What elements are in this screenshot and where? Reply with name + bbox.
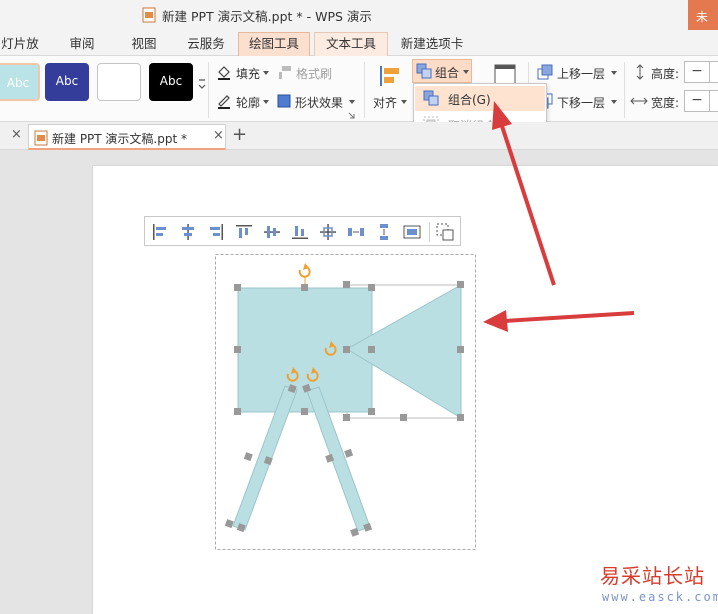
width-decrement-button[interactable]: − <box>684 90 710 112</box>
fit-slide-icon[interactable] <box>403 223 421 241</box>
align-slide-center-icon[interactable] <box>319 223 337 241</box>
dialog-launcher-icon[interactable] <box>348 112 355 119</box>
width-input[interactable] <box>709 90 718 112</box>
group-label: 组合 <box>435 66 460 80</box>
window-title: 新建 PPT 演示文稿.ppt * - WPS 演示 <box>162 9 372 24</box>
menu-bar: 灯片放映 审阅 视图 云服务 绘图工具 文本工具 新建选项卡 <box>0 30 718 71</box>
document-tab-label: 新建 PPT 演示文稿.ppt * <box>52 132 188 146</box>
group-icon <box>423 90 439 106</box>
dropdown-arrow-icon[interactable] <box>262 69 270 77</box>
shape-effect-icon[interactable] <box>276 93 292 109</box>
styles-more-icon[interactable] <box>197 76 207 94</box>
outline-pen-icon[interactable] <box>216 93 232 109</box>
shape-style-1[interactable]: Abc <box>0 63 40 101</box>
watermark: 易采站长站 www.easck.com <box>600 560 718 614</box>
tab-slideshow[interactable]: 灯片放映 <box>0 34 42 71</box>
watermark-text: 易采站长站 <box>600 564 705 588</box>
distribute-horizontal-icon[interactable] <box>347 223 365 241</box>
format-brush-label[interactable]: 格式刷 <box>296 65 332 82</box>
menu-item-group[interactable]: 组合(G) <box>415 86 545 111</box>
outline-label[interactable]: 轮廓 <box>236 94 260 111</box>
bring-forward-icon[interactable] <box>537 64 553 80</box>
dropdown-arrow-icon[interactable] <box>610 98 618 106</box>
tab-drawing-tools[interactable]: 绘图工具 <box>238 32 310 57</box>
dropdown-arrow-icon[interactable] <box>348 98 356 106</box>
height-decrement-button[interactable]: − <box>684 61 710 83</box>
distribute-vertical-icon[interactable] <box>375 223 393 241</box>
paint-bucket-icon[interactable] <box>216 64 232 80</box>
document-tab[interactable]: 新建 PPT 演示文稿.ppt * × <box>28 124 226 150</box>
tab-cloud-service[interactable]: 云服务 <box>182 34 230 56</box>
ribbon: Abc Abc Abc 填充 格式刷 轮廓 形状效果 对齐 组合 上移一层 下移… <box>0 56 718 122</box>
dropdown-arrow-icon[interactable] <box>262 98 270 106</box>
height-input[interactable] <box>709 61 718 83</box>
height-label: 高度: <box>651 67 680 81</box>
group-toolbar-icon[interactable] <box>436 223 454 241</box>
title-bar: 新建 PPT 演示文稿.ppt * - WPS 演示 未 <box>0 0 718 30</box>
new-tab-plus-icon[interactable]: + <box>232 124 247 145</box>
watermark-url: www.easck.com <box>602 590 718 604</box>
group-icon <box>416 63 432 79</box>
align-label[interactable]: 对齐 <box>373 94 397 111</box>
ppt-file-icon <box>34 130 48 146</box>
document-tabs-bar: × 新建 PPT 演示文稿.ppt * × + <box>0 122 718 150</box>
dropdown-arrow-icon[interactable] <box>400 98 408 106</box>
send-backward-label[interactable]: 下移一层 <box>557 94 605 111</box>
width-label: 宽度: <box>651 96 680 110</box>
login-button[interactable]: 未 <box>688 0 718 30</box>
tab-text-tools[interactable]: 文本工具 <box>314 32 388 57</box>
shape-effect-label[interactable]: 形状效果 <box>295 94 343 111</box>
width-icon <box>630 97 648 105</box>
floating-align-toolbar <box>144 216 461 246</box>
align-middle-icon[interactable] <box>263 223 281 241</box>
tab-close-icon[interactable]: × <box>213 128 224 143</box>
height-icon <box>636 64 644 80</box>
align-bottom-icon[interactable] <box>291 223 309 241</box>
shape-style-4[interactable]: Abc <box>149 63 193 101</box>
tab-new-tab[interactable]: 新建选项卡 <box>396 34 468 56</box>
align-right-icon[interactable] <box>207 223 225 241</box>
shape-style-2[interactable]: Abc <box>45 63 89 101</box>
format-brush-icon[interactable] <box>276 64 292 80</box>
dropdown-arrow-icon <box>463 70 469 74</box>
bring-forward-label[interactable]: 上移一层 <box>557 65 605 82</box>
align-center-horizontal-icon[interactable] <box>179 223 197 241</box>
fill-label[interactable]: 填充 <box>236 65 260 82</box>
align-left-icon[interactable] <box>151 223 169 241</box>
tab-review[interactable]: 审阅 <box>62 34 102 56</box>
previous-tab-close-icon[interactable]: × <box>11 127 22 142</box>
shape-style-3[interactable] <box>97 63 141 101</box>
menu-item-group-label: 组合(G) <box>448 93 491 107</box>
dropdown-arrow-icon[interactable] <box>610 69 618 77</box>
align-icon[interactable] <box>378 64 402 88</box>
align-top-icon[interactable] <box>235 223 253 241</box>
tab-view[interactable]: 视图 <box>124 34 164 56</box>
wps-presentation-icon <box>142 7 156 23</box>
